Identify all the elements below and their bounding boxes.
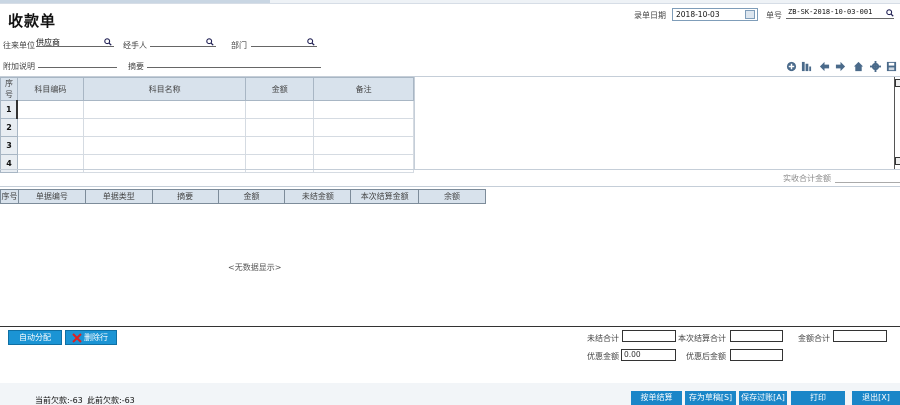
home-icon[interactable] <box>853 61 864 72</box>
doc-no-label: 单号 <box>766 11 782 20</box>
doc-no-field[interactable]: ZB-SK-2018-10-03-001 <box>786 8 894 19</box>
cell[interactable] <box>16 136 84 155</box>
save-draft-button[interactable]: 存为草稿[S] <box>685 391 736 405</box>
add-circle-icon[interactable] <box>786 61 797 72</box>
calendar-icon[interactable] <box>745 10 755 19</box>
cell[interactable] <box>82 118 247 137</box>
arrow-left-icon[interactable] <box>819 61 830 72</box>
scroll-up-icon[interactable] <box>895 79 900 87</box>
cell[interactable] <box>82 100 247 119</box>
cell[interactable] <box>313 136 414 155</box>
entry-date-value: 2018-10-03 <box>676 10 720 19</box>
col-header[interactable]: 单据编号 <box>17 189 86 204</box>
col-header[interactable]: 金额 <box>217 189 286 204</box>
after-discount-field <box>730 349 783 361</box>
entry-date-field[interactable]: 2018-10-03 <box>672 8 758 21</box>
grid-toolbar <box>786 61 898 75</box>
cell[interactable] <box>16 118 84 137</box>
arrow-right-icon[interactable] <box>835 61 846 72</box>
search-icon[interactable] <box>886 9 894 17</box>
partner-label: 往来单位 <box>3 41 35 50</box>
search-icon[interactable] <box>307 38 315 46</box>
grid-divider <box>414 77 415 169</box>
delete-row-button[interactable]: 删除行 <box>65 330 117 345</box>
amount-total-field <box>833 330 887 342</box>
cell[interactable] <box>313 118 414 137</box>
handler-label: 经手人 <box>123 41 147 50</box>
delete-icon <box>72 333 82 343</box>
current-settle-label: 本次结算合计 <box>678 334 726 343</box>
col-header[interactable]: 金额 <box>245 77 315 101</box>
col-header[interactable]: 序号 <box>0 77 18 101</box>
after-discount-label: 优惠后金额 <box>686 352 726 361</box>
row-number: 1 <box>0 100 18 119</box>
table-row[interactable]: 3 <box>0 136 414 155</box>
unsettled-total-field <box>622 330 676 342</box>
summary-field[interactable] <box>147 58 321 68</box>
search-icon[interactable] <box>206 38 214 46</box>
discount-field[interactable]: 0.00 <box>621 349 676 361</box>
top-strip <box>0 0 900 4</box>
divider <box>0 169 900 170</box>
gear-icon[interactable] <box>870 61 881 72</box>
print-button[interactable]: 打印 <box>791 391 845 405</box>
row-number: 2 <box>0 118 18 137</box>
cell[interactable] <box>82 136 247 155</box>
columns-icon[interactable] <box>801 61 812 72</box>
actual-total-field <box>835 172 900 183</box>
search-icon[interactable] <box>104 38 112 46</box>
divider <box>0 326 900 327</box>
col-header[interactable]: 本次结算金额 <box>350 189 420 204</box>
settle-by-bill-button[interactable]: 按单结算 <box>631 391 682 405</box>
col-header[interactable]: 科目名称 <box>82 77 247 101</box>
table-row[interactable]: 1 <box>0 100 414 119</box>
col-header[interactable]: 备注 <box>313 77 414 101</box>
partner-value: 供应商 <box>36 38 60 47</box>
note-field[interactable] <box>38 58 117 68</box>
col-header[interactable]: 摘要 <box>151 189 219 204</box>
cell[interactable] <box>245 118 315 137</box>
subject-table: 序号 科目编码 科目名称 金额 备注 1 2 3 4 <box>0 77 414 173</box>
entry-date-label: 录单日期 <box>634 11 666 20</box>
scroll-down-icon[interactable] <box>895 157 900 165</box>
doc-no-value: ZB-SK-2018-10-03-001 <box>788 8 873 16</box>
exit-button[interactable]: 退出[X] <box>852 391 900 405</box>
col-header[interactable]: 单据类型 <box>84 189 153 204</box>
delete-row-label: 删除行 <box>84 333 108 342</box>
page-title: 收款单 <box>8 12 57 30</box>
note-label: 附加说明 <box>3 62 35 71</box>
row-number: 3 <box>0 136 18 155</box>
partner-field[interactable]: 供应商 <box>36 37 114 47</box>
empty-state-text: <无数据显示> <box>228 263 282 272</box>
col-header[interactable]: 科目编码 <box>16 77 84 101</box>
discount-label: 优惠金额 <box>587 352 619 361</box>
actual-total-label: 实收合计金额 <box>783 174 831 183</box>
save-post-button[interactable]: 保存过账[A] <box>739 391 787 405</box>
cell[interactable] <box>313 100 414 119</box>
bill-table: 序号 单据编号 单据类型 摘要 金额 未结金额 本次结算金额 余额 <box>0 189 486 204</box>
summary-label: 摘要 <box>128 62 144 71</box>
dept-field[interactable] <box>251 37 317 47</box>
cell[interactable] <box>16 100 84 119</box>
divider <box>0 186 900 187</box>
col-header[interactable]: 序号 <box>0 189 19 204</box>
amount-total-label: 金额合计 <box>798 334 830 343</box>
dept-label: 部门 <box>231 41 247 50</box>
handler-field[interactable] <box>150 37 216 47</box>
current-debt-text: 当前欠款:-63 <box>35 396 83 405</box>
current-settle-field <box>730 330 783 342</box>
save-icon[interactable] <box>886 61 897 72</box>
unsettled-total-label: 未结合计 <box>587 334 619 343</box>
scrollbar[interactable] <box>894 77 900 169</box>
discount-value: 0.00 <box>624 350 641 359</box>
auto-allocate-button[interactable]: 自动分配 <box>8 330 62 345</box>
col-header[interactable]: 未结金额 <box>284 189 352 204</box>
col-header[interactable]: 余额 <box>418 189 486 204</box>
previous-debt-text: 此前欠款:-63 <box>87 396 135 405</box>
cell[interactable] <box>245 136 315 155</box>
cell[interactable] <box>245 100 315 119</box>
table-row[interactable]: 2 <box>0 118 414 137</box>
